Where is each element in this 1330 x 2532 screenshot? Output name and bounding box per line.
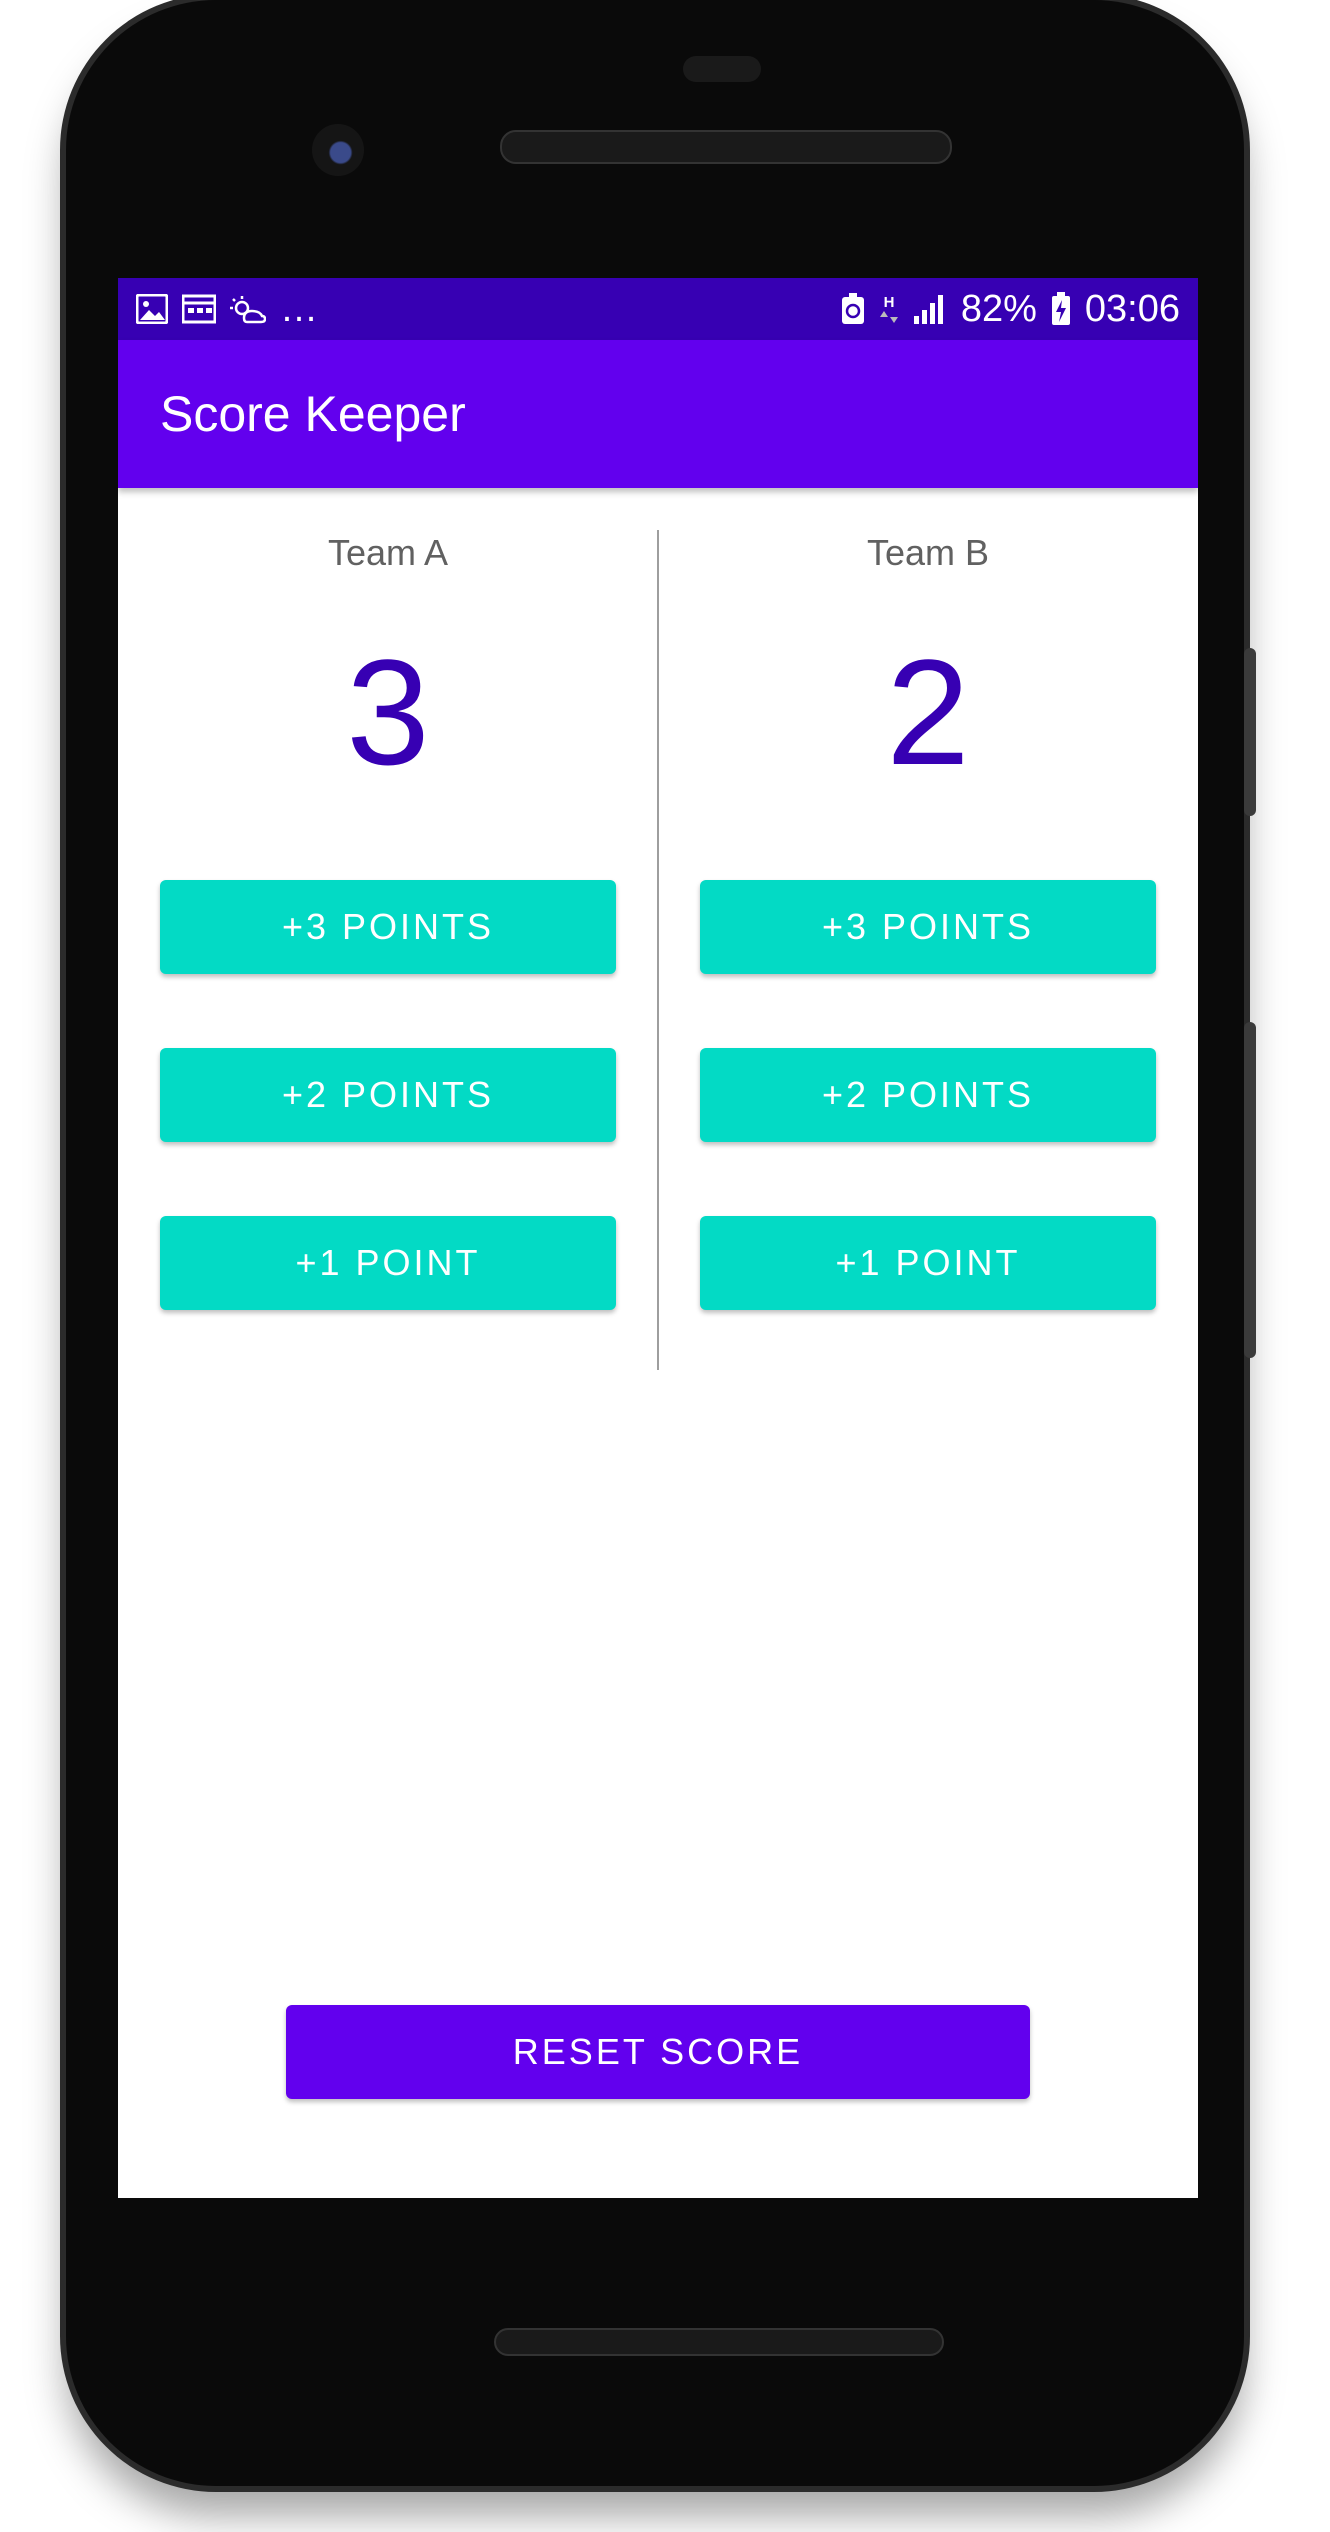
svg-text:H: H	[883, 294, 894, 311]
status-bar: … H 82% 03:06	[118, 278, 1198, 340]
team-b-panel: Team B 2 +3 POINTS +2 POINTS +1 POINT	[658, 488, 1198, 1348]
power-button	[1244, 648, 1256, 816]
team-a-score: 3	[346, 628, 430, 796]
team-b-label: Team B	[866, 532, 990, 573]
team-b-plus-3-button[interactable]: +3 POINTS	[700, 880, 1156, 974]
notification-icons: …	[136, 288, 318, 331]
screen: … H 82% 03:06 Score Keeper Team A 3 +3 P…	[118, 278, 1198, 2198]
reset-score-button[interactable]: RESET SCORE	[286, 2005, 1030, 2099]
battery-saver-icon	[841, 293, 864, 324]
front-camera	[312, 124, 364, 176]
image-icon	[136, 294, 168, 324]
earpiece-speaker	[500, 130, 952, 164]
team-a-label: Team A	[327, 532, 449, 573]
battery-percent: 82%	[960, 287, 1037, 330]
network-type-icon: H	[879, 294, 898, 323]
team-a-panel: Team A 3 +3 POINTS +2 POINTS +1 POINT	[118, 488, 658, 1348]
team-a-plus-2-button[interactable]: +2 POINTS	[160, 1048, 616, 1142]
proximity-sensor	[683, 56, 761, 82]
team-b-score: 2	[886, 628, 970, 796]
app-bar: Score Keeper	[118, 340, 1198, 488]
weather-icon	[230, 296, 266, 324]
app-title: Score Keeper	[160, 386, 466, 442]
system-icons: H 82% 03:06	[841, 288, 1180, 331]
volume-button	[1244, 1022, 1256, 1358]
bottom-speaker	[494, 2328, 944, 2356]
team-b-plus-2-button[interactable]: +2 POINTS	[700, 1048, 1156, 1142]
overflow-indicator: …	[280, 287, 318, 330]
signal-icon	[913, 295, 943, 324]
team-a-plus-3-button[interactable]: +3 POINTS	[160, 880, 616, 974]
battery-charging-icon	[1051, 292, 1070, 325]
clock: 03:06	[1084, 287, 1180, 330]
calendar-icon	[182, 294, 216, 324]
team-a-plus-1-button[interactable]: +1 POINT	[160, 1216, 616, 1310]
team-b-plus-1-button[interactable]: +1 POINT	[700, 1216, 1156, 1310]
